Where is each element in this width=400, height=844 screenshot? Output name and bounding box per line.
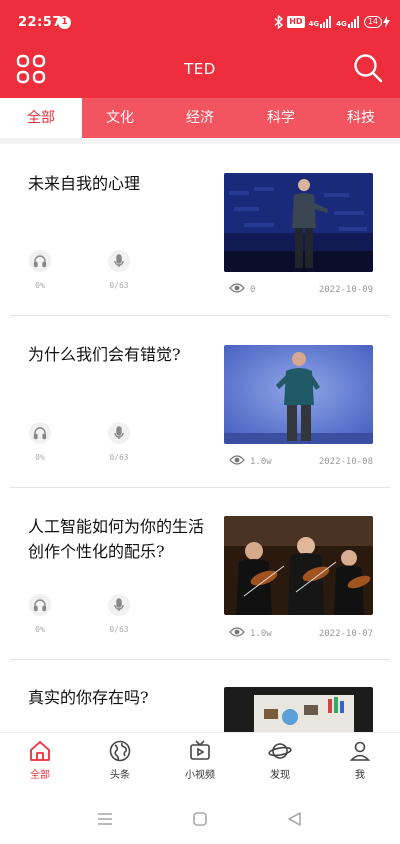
listen-progress: 0% xyxy=(35,281,45,290)
video-card[interactable]: 人工智能如何为你的生活 创作个性化的配乐? 0% 0/63 1.0w 2022-… xyxy=(0,488,400,660)
video-title: 未来自我的心理 xyxy=(28,171,213,196)
headphones-icon[interactable] xyxy=(29,594,51,616)
nav-discover[interactable]: 发现 xyxy=(250,739,310,781)
eye-icon xyxy=(229,282,245,297)
listen-stat[interactable]: 0% xyxy=(25,250,55,290)
record-count: 0/63 xyxy=(109,281,129,290)
listen-progress: 0% xyxy=(35,625,45,634)
publish-date: 2022-10-08 xyxy=(318,457,373,467)
video-card[interactable]: 真实的你存在吗? xyxy=(0,660,400,732)
nav-short-video[interactable]: 小视频 xyxy=(170,739,230,781)
view-count-value: 1.0w xyxy=(250,456,272,467)
home-button[interactable] xyxy=(191,811,209,827)
eye-icon xyxy=(229,454,245,469)
view-count-value: 1.0w xyxy=(250,628,272,639)
tab-culture[interactable]: 文化 xyxy=(90,98,150,138)
video-title-line: 未来自我的心理 xyxy=(28,174,141,193)
planet-icon xyxy=(268,743,292,759)
system-navigation-bar xyxy=(0,794,400,844)
video-title-line: 为什么我们会有错觉? xyxy=(28,345,181,364)
search-icon[interactable] xyxy=(352,52,384,84)
video-thumbnail[interactable] xyxy=(224,516,373,615)
tab-all[interactable]: 全部 xyxy=(0,98,82,138)
nav-label: 小视频 xyxy=(185,770,215,781)
back-button[interactable] xyxy=(286,811,304,827)
listen-progress: 0% xyxy=(35,453,45,462)
record-stat[interactable]: 0/63 xyxy=(104,594,134,634)
record-count: 0/63 xyxy=(109,625,129,634)
hd-badge: HD xyxy=(287,16,305,28)
view-count-value: 0 xyxy=(250,284,256,295)
publish-date: 2022-10-09 xyxy=(318,285,373,295)
video-thumbnail[interactable] xyxy=(224,173,373,272)
record-stat[interactable]: 0/63 xyxy=(104,422,134,462)
bluetooth-icon xyxy=(274,15,284,29)
video-title-line: 人工智能如何为你的生活 xyxy=(28,517,205,536)
signal-icon-2: 4G xyxy=(336,16,360,28)
battery-level: 14 xyxy=(363,16,382,28)
listen-stat[interactable]: 0% xyxy=(25,422,55,462)
view-count: 1.0w xyxy=(229,626,272,641)
status-bar: 22:57 1 HD 4G 4G 14 xyxy=(0,0,400,46)
nav-label: 我 xyxy=(355,770,365,781)
nav-home[interactable]: 全部 xyxy=(10,739,70,781)
view-count: 1.0w xyxy=(229,454,272,469)
network-type-label-2: 4G xyxy=(336,20,347,28)
video-card[interactable]: 为什么我们会有错觉? 0% 0/63 1.0w 2022-10-08 xyxy=(0,316,400,488)
battery-icon: 14 xyxy=(363,16,390,28)
video-card[interactable]: 未来自我的心理 0% 0/63 0 2022-10-09 xyxy=(0,144,400,316)
signal-icon: 4G xyxy=(309,16,333,28)
microphone-icon[interactable] xyxy=(108,250,130,272)
video-thumbnail[interactable] xyxy=(224,345,373,444)
record-count: 0/63 xyxy=(109,453,129,462)
microphone-icon[interactable] xyxy=(108,422,130,444)
video-title: 人工智能如何为你的生活 创作个性化的配乐? xyxy=(28,514,213,564)
publish-date: 2022-10-07 xyxy=(318,629,373,639)
nav-headlines[interactable]: 头条 xyxy=(90,739,150,781)
tab-economy[interactable]: 经济 xyxy=(170,98,230,138)
microphone-icon[interactable] xyxy=(108,594,130,616)
video-title: 为什么我们会有错觉? xyxy=(28,342,213,367)
video-title-line: 创作个性化的配乐? xyxy=(28,542,165,561)
home-icon xyxy=(30,741,50,761)
globe-icon xyxy=(109,740,131,762)
category-tab-bar: 全部 文化 经济 科学 科技 xyxy=(0,98,400,138)
recent-apps-button[interactable] xyxy=(96,811,114,827)
headphones-icon[interactable] xyxy=(29,250,51,272)
tv-play-icon xyxy=(190,740,210,760)
listen-stat[interactable]: 0% xyxy=(25,594,55,634)
status-indicators: HD 4G 4G 14 xyxy=(274,14,390,30)
network-type-label: 4G xyxy=(308,20,320,28)
eye-icon xyxy=(229,626,245,641)
video-thumbnail[interactable] xyxy=(224,687,373,732)
user-icon xyxy=(349,741,371,761)
nav-label: 发现 xyxy=(270,770,290,781)
nav-profile[interactable]: 我 xyxy=(330,739,390,781)
bottom-navigation: 全部 头条 小视频 发现 我 xyxy=(0,732,400,794)
tab-science[interactable]: 科学 xyxy=(251,98,311,138)
video-feed[interactable]: 未来自我的心理 0% 0/63 0 2022-10-09 为什么我们会有错觉? … xyxy=(0,144,400,732)
headphones-icon[interactable] xyxy=(29,422,51,444)
status-time: 22:57 xyxy=(18,15,62,30)
page-title: TED xyxy=(184,60,216,78)
nav-label: 头条 xyxy=(110,770,130,781)
notification-badge: 1 xyxy=(58,16,71,29)
view-count: 0 xyxy=(229,282,255,297)
record-stat[interactable]: 0/63 xyxy=(104,250,134,290)
tab-technology[interactable]: 科技 xyxy=(331,98,391,138)
nav-label: 全部 xyxy=(30,770,50,781)
app-header: TED xyxy=(0,46,400,98)
video-title-line: 真实的你存在吗? xyxy=(28,688,149,707)
video-title: 真实的你存在吗? xyxy=(28,685,213,710)
